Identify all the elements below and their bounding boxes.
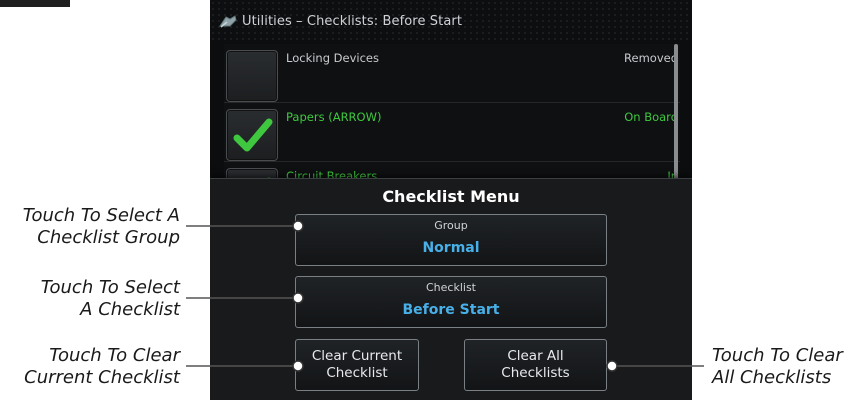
title-bar: Utilities – Checklists: Before Start (210, 0, 692, 40)
checklist-item-name: Papers (ARROW) (286, 110, 382, 124)
callout-clear-current: Touch To Clear Current Checklist (24, 345, 180, 388)
checklist-item-value: Removed (624, 51, 678, 65)
clear-current-checklist-button[interactable]: Clear Current Checklist (295, 339, 419, 391)
checklist-row-locking-devices[interactable]: Locking Devices Removed (224, 44, 680, 103)
checklist-menu-panel: Checklist Menu Group Normal Checklist Be… (210, 178, 692, 400)
menu-title: Checklist Menu (382, 187, 520, 206)
callout-select-group: Touch To Select A Checklist Group (22, 205, 180, 248)
checklist-button-label: Checklist (426, 281, 476, 294)
callout-clear-all: Touch To Clear All Checklists (712, 345, 843, 388)
group-button-label: Group (434, 219, 468, 232)
check-box-checked[interactable] (226, 109, 278, 161)
group-select-button[interactable]: Group Normal (295, 214, 607, 266)
checklist-tool-icon (219, 15, 237, 28)
callout-select-checklist: Touch To Select A Checklist (40, 277, 180, 320)
clear-all-button-label: Clear All Checklists (501, 348, 570, 381)
list-scrollbar[interactable] (674, 44, 678, 180)
checklist-screen: Utilities – Checklists: Before Start Loc… (210, 0, 692, 400)
checklist-row-label: Papers (ARROW) On Board (286, 110, 678, 124)
checklist-item-value: On Board (624, 110, 678, 124)
checklist-button-value: Before Start (402, 302, 500, 318)
checklist-row-label: Locking Devices Removed (286, 51, 678, 65)
clear-all-checklists-button[interactable]: Clear All Checklists (464, 339, 607, 391)
checkmark-icon (233, 118, 273, 152)
group-button-value: Normal (422, 240, 480, 256)
check-box-empty[interactable] (226, 50, 278, 102)
checklist-row-papers[interactable]: Papers (ARROW) On Board (224, 103, 680, 162)
page-title: Utilities – Checklists: Before Start (242, 14, 463, 29)
checklist-item-name: Locking Devices (286, 51, 379, 65)
page-tab-marker (0, 0, 70, 7)
clear-current-button-label: Clear Current Checklist (311, 348, 403, 381)
checklist-select-button[interactable]: Checklist Before Start (295, 276, 607, 328)
